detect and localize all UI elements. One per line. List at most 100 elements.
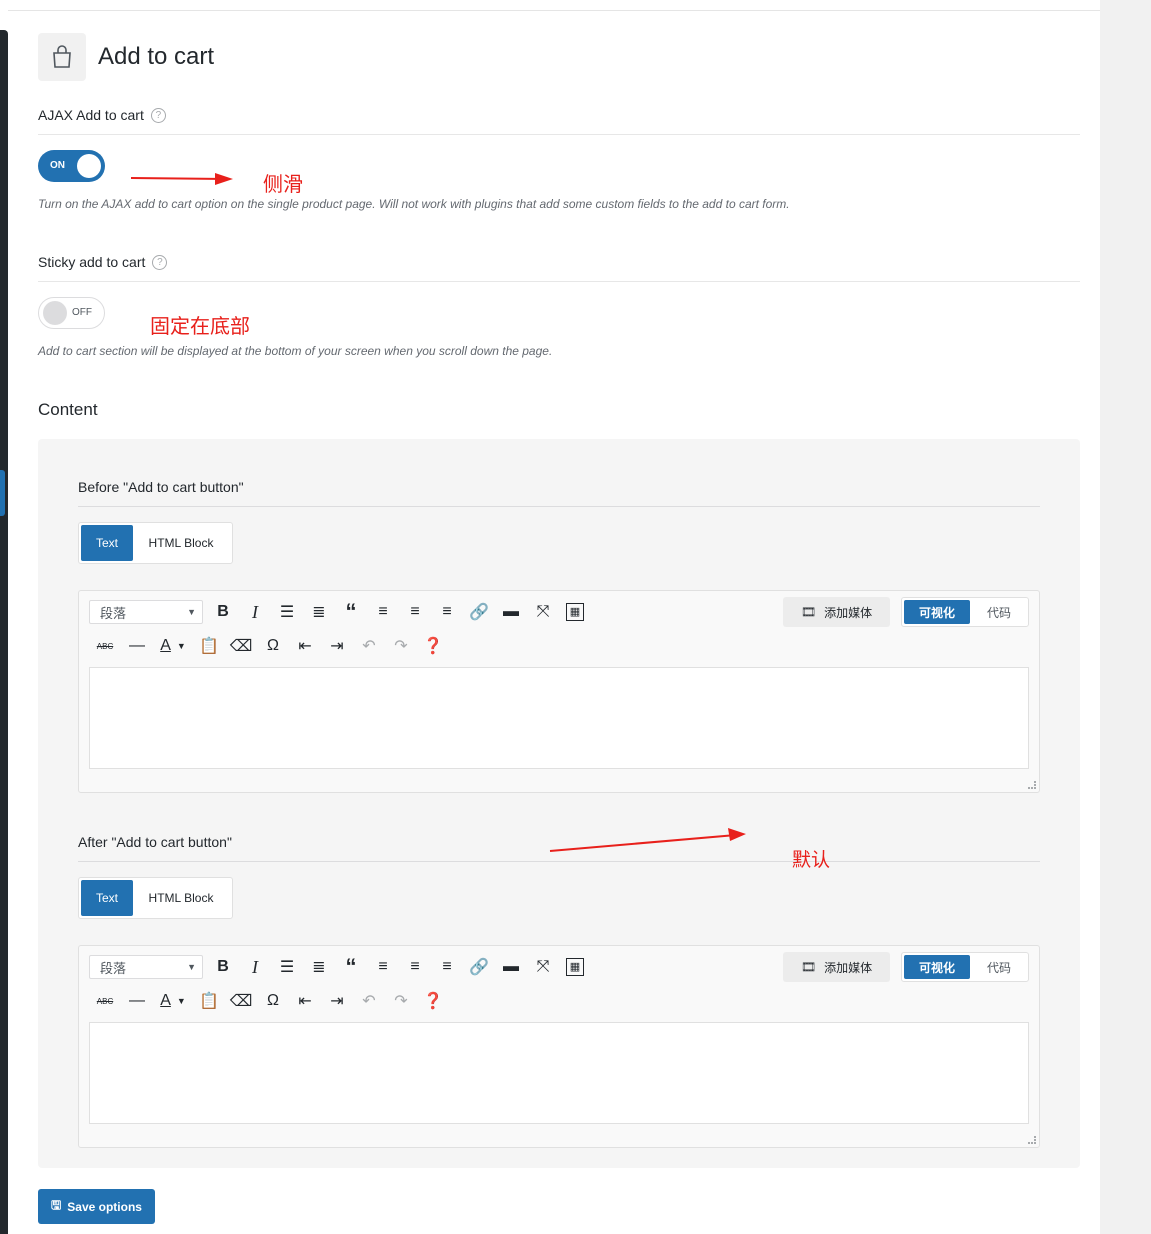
numbered-list-icon[interactable]: ≣ xyxy=(303,953,335,981)
read-more-icon[interactable]: ▬ xyxy=(495,953,527,981)
paste-text-icon[interactable]: 📋 xyxy=(193,632,225,660)
help-icon[interactable]: ❓ xyxy=(417,632,449,660)
undo-icon[interactable]: ↶ xyxy=(353,632,385,660)
add-media-button[interactable]: 🎞 添加媒体 xyxy=(783,952,890,982)
blockquote-icon[interactable]: “ xyxy=(335,598,367,626)
text-color-icon[interactable]: A ▼ xyxy=(153,987,193,1015)
format-select[interactable]: 段落 ▼ xyxy=(89,955,203,979)
fullscreen-icon[interactable]: ⤧ xyxy=(527,598,559,626)
visual-mode-tab[interactable]: 可视化 xyxy=(904,600,970,624)
help-icon[interactable]: ? xyxy=(152,254,168,270)
indent-icon[interactable]: ⇥ xyxy=(321,632,353,660)
undo-icon[interactable]: ↶ xyxy=(353,987,385,1015)
help-icon[interactable]: ? xyxy=(150,107,166,123)
save-options-button[interactable]: 🖫 Save options xyxy=(38,1189,155,1224)
link-icon[interactable]: 🔗 xyxy=(463,598,495,626)
resize-handle-icon[interactable] xyxy=(1028,781,1036,789)
after-content-tabs: Text HTML Block xyxy=(78,877,233,919)
before-editor: 段落 ▼ B I ☰ ≣ “ ≡ ≡ ≡ 🔗 ▬ ⤧ ▦ ABC — A ▼ 📋… xyxy=(78,590,1040,793)
horizontal-line-icon[interactable]: — xyxy=(121,632,153,660)
red-arrow-annotation xyxy=(130,173,233,185)
link-icon[interactable]: 🔗 xyxy=(463,953,495,981)
ajax-add-to-cart-toggle[interactable]: ON xyxy=(38,150,105,182)
sticky-label-text: Sticky add to cart xyxy=(38,254,146,270)
horizontal-line-icon[interactable]: — xyxy=(121,987,153,1015)
align-right-icon[interactable]: ≡ xyxy=(431,953,463,981)
indent-icon[interactable]: ⇥ xyxy=(321,987,353,1015)
content-box: Before "Add to cart button" Text HTML Bl… xyxy=(38,439,1080,1168)
tab-html-block[interactable]: HTML Block xyxy=(133,525,229,561)
field-divider xyxy=(38,134,1080,135)
red-arrow-annotation xyxy=(549,828,746,852)
help-icon[interactable]: ❓ xyxy=(417,987,449,1015)
align-left-icon[interactable]: ≡ xyxy=(367,598,399,626)
media-icon: 🎞 xyxy=(800,960,817,974)
clear-formatting-icon[interactable]: ⌫ xyxy=(225,987,257,1015)
text-color-icon[interactable]: A ▼ xyxy=(153,632,193,660)
chevron-down-icon: ▼ xyxy=(187,607,196,617)
editor-toolbar-row-1: 段落 ▼ B I ☰ ≣ “ ≡ ≡ ≡ 🔗 ▬ ⤧ ▦ xyxy=(89,953,591,981)
settings-panel: Add to cart AJAX Add to cart ? ON 侧滑 Tur… xyxy=(38,0,1080,1234)
align-center-icon[interactable]: ≡ xyxy=(399,953,431,981)
paste-text-icon[interactable]: 📋 xyxy=(193,987,225,1015)
strikethrough-icon[interactable]: ABC xyxy=(89,987,121,1015)
visual-mode-tab[interactable]: 可视化 xyxy=(904,955,970,979)
sidebar-active-indicator xyxy=(0,470,5,516)
format-select-value: 段落 xyxy=(100,605,127,621)
toggle-state-text: ON xyxy=(50,160,65,171)
numbered-list-icon[interactable]: ≣ xyxy=(303,598,335,626)
italic-icon[interactable]: I xyxy=(239,953,271,981)
before-editor-textarea[interactable] xyxy=(89,667,1029,769)
after-editor-textarea[interactable] xyxy=(89,1022,1029,1124)
before-button-label: Before "Add to cart button" xyxy=(78,479,244,495)
content-section-title: Content xyxy=(38,400,98,419)
align-left-icon[interactable]: ≡ xyxy=(367,953,399,981)
bold-icon[interactable]: B xyxy=(207,598,239,626)
tab-text[interactable]: Text xyxy=(81,880,133,916)
format-select[interactable]: 段落 ▼ xyxy=(89,600,203,624)
read-more-icon[interactable]: ▬ xyxy=(495,598,527,626)
redo-icon[interactable]: ↷ xyxy=(385,987,417,1015)
outdent-icon[interactable]: ⇤ xyxy=(289,987,321,1015)
outdent-icon[interactable]: ⇤ xyxy=(289,632,321,660)
add-media-button[interactable]: 🎞 添加媒体 xyxy=(783,597,890,627)
field-divider xyxy=(78,861,1040,862)
special-character-icon[interactable]: Ω xyxy=(257,987,289,1015)
ajax-label-text: AJAX Add to cart xyxy=(38,107,144,123)
align-right-icon[interactable]: ≡ xyxy=(431,598,463,626)
special-character-icon[interactable]: Ω xyxy=(257,632,289,660)
toolbar-toggle-icon[interactable]: ▦ xyxy=(559,953,591,981)
shopping-bag-icon xyxy=(38,33,86,81)
bold-icon[interactable]: B xyxy=(207,953,239,981)
fullscreen-icon[interactable]: ⤧ xyxy=(527,953,559,981)
right-gutter xyxy=(1100,0,1151,1234)
code-mode-tab[interactable]: 代码 xyxy=(970,600,1028,624)
redo-icon[interactable]: ↷ xyxy=(385,632,417,660)
before-content-tabs: Text HTML Block xyxy=(78,522,233,564)
toggle-knob xyxy=(77,154,101,178)
italic-icon[interactable]: I xyxy=(239,598,271,626)
blockquote-icon[interactable]: “ xyxy=(335,953,367,981)
bullet-list-icon[interactable]: ☰ xyxy=(271,953,303,981)
sticky-add-to-cart-label: Sticky add to cart ? xyxy=(38,254,168,270)
chevron-down-icon: ▼ xyxy=(187,962,196,972)
sticky-add-to-cart-toggle[interactable]: OFF xyxy=(38,297,105,329)
toggle-state-text: OFF xyxy=(72,307,92,318)
strikethrough-icon[interactable]: ABC xyxy=(89,632,121,660)
clear-formatting-icon[interactable]: ⌫ xyxy=(225,632,257,660)
media-icon: 🎞 xyxy=(800,605,817,619)
tab-text[interactable]: Text xyxy=(81,525,133,561)
editor-toolbar-row-2: ABC — A ▼ 📋 ⌫ Ω ⇤ ⇥ ↶ ↷ ❓ xyxy=(89,632,449,660)
toolbar-toggle-icon[interactable]: ▦ xyxy=(559,598,591,626)
format-select-value: 段落 xyxy=(100,960,127,976)
save-icon: 🖫 xyxy=(51,1198,62,1212)
add-media-label: 添加媒体 xyxy=(824,960,873,975)
bullet-list-icon[interactable]: ☰ xyxy=(271,598,303,626)
editor-mode-switch: 可视化 代码 xyxy=(901,597,1029,627)
resize-handle-icon[interactable] xyxy=(1028,1136,1036,1144)
toggle-knob xyxy=(43,301,67,325)
align-center-icon[interactable]: ≡ xyxy=(399,598,431,626)
code-mode-tab[interactable]: 代码 xyxy=(970,955,1028,979)
tab-html-block[interactable]: HTML Block xyxy=(133,880,229,916)
admin-sidebar-edge xyxy=(0,30,8,1234)
